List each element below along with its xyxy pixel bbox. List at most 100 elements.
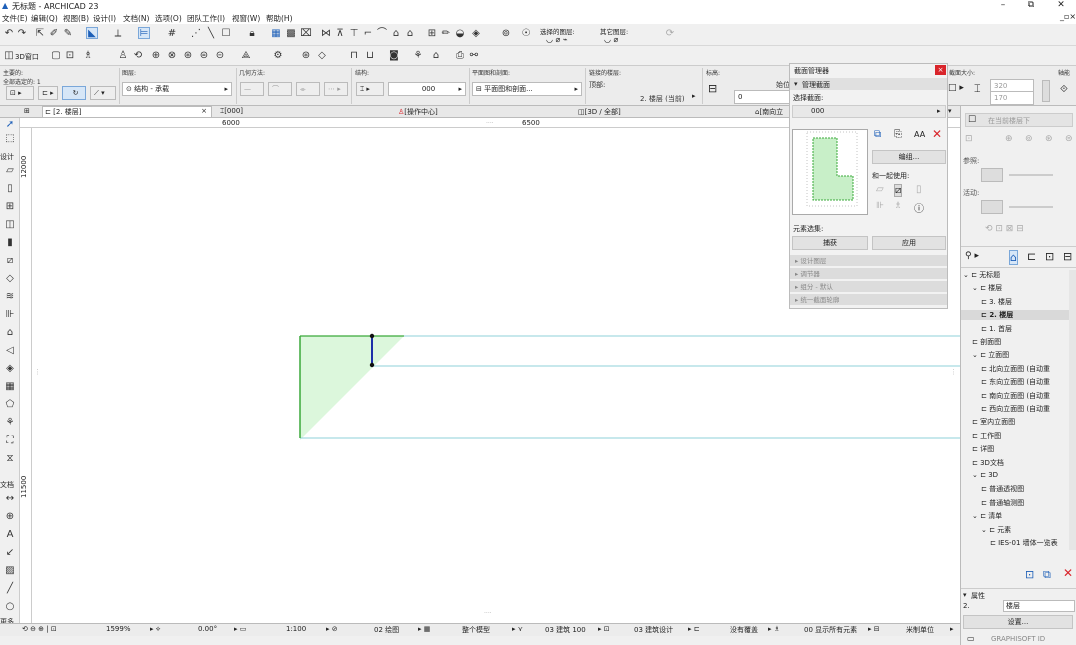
pencil-icon[interactable]: ✏ bbox=[440, 28, 452, 40]
roof-icon[interactable]: ⌂ bbox=[390, 28, 402, 40]
tree-item[interactable]: ⌄ ⊏ 元素 bbox=[961, 525, 1069, 535]
properties-header[interactable]: ▾ 属性 bbox=[961, 588, 1076, 600]
other-layer-icons[interactable]: ◡ ⌀ bbox=[604, 35, 618, 44]
nav-icon-b[interactable]: ⊕ bbox=[1005, 134, 1013, 144]
tree-item[interactable]: ⌄ ⊏ 清单 bbox=[961, 511, 1069, 521]
render-icon[interactable]: ♗ bbox=[82, 50, 94, 62]
layout-book-icon[interactable]: ⊡ bbox=[1045, 250, 1054, 263]
menu-options[interactable]: 选项(O) bbox=[155, 13, 182, 24]
level-dim-tool-icon[interactable]: ⊕ bbox=[3, 510, 17, 524]
tree-item[interactable]: ⌄ ⊏ 立面图 bbox=[961, 350, 1069, 360]
tree-item[interactable]: ⊏ 室内立面图 bbox=[961, 417, 1069, 427]
elevation-input[interactable]: 0 bbox=[734, 90, 790, 104]
publisher-icon[interactable]: ⊟ bbox=[1063, 250, 1072, 263]
intersect-icon[interactable]: ⌐ bbox=[362, 28, 374, 40]
sm-railing-icon[interactable]: ⊪ bbox=[876, 201, 884, 211]
camera-icon[interactable]: ◙ bbox=[388, 50, 400, 62]
section-node-bottom[interactable] bbox=[369, 362, 375, 368]
publish-icon[interactable]: ⎙ bbox=[454, 50, 466, 62]
label-tool-icon[interactable]: ↙ bbox=[3, 546, 17, 560]
redo-icon[interactable]: ↷ bbox=[16, 28, 28, 40]
skylight-tool-icon[interactable]: ◈ bbox=[3, 362, 17, 376]
pen-set-value[interactable]: 02 绘图 bbox=[374, 625, 399, 635]
show-arrow-icon[interactable]: ▸ ⊟ bbox=[868, 625, 880, 633]
menu-window[interactable]: 视窗(W) bbox=[232, 13, 260, 24]
tree-item[interactable]: ⊏ 北向立面图 (自动重 bbox=[961, 364, 1069, 374]
wall-tool-icon[interactable]: ▱ bbox=[3, 164, 17, 178]
grid-element-icon[interactable]: ⊞ bbox=[426, 28, 438, 40]
view-map-icon[interactable]: ⊏ bbox=[1027, 250, 1036, 263]
bottom-grip-icon[interactable]: ···· bbox=[484, 610, 492, 617]
sm-manage-header[interactable]: ▾ 管理截面 bbox=[790, 78, 947, 90]
orbit-icon[interactable]: ⟲ bbox=[132, 50, 144, 62]
figure-icon[interactable]: ♙ bbox=[117, 50, 129, 62]
override-arrow-icon[interactable]: ▸ ♗ bbox=[768, 625, 780, 633]
eraser-icon[interactable]: ◈ bbox=[470, 28, 482, 40]
sm-apply-button[interactable]: 应用 bbox=[872, 236, 946, 250]
tab-3d[interactable]: ◫[3D / 全部] bbox=[578, 107, 621, 117]
angle-arrow-icon[interactable]: ▸ ▭ bbox=[234, 625, 246, 633]
pick-icon[interactable]: ✐ bbox=[48, 28, 60, 40]
model-view-value[interactable]: 整个模型 bbox=[462, 625, 490, 635]
menu-file[interactable]: 文件(E) bbox=[2, 13, 28, 24]
sm-row-component[interactable]: ▸ 组分 - 默认 bbox=[790, 280, 947, 292]
menu-help[interactable]: 帮助(H) bbox=[266, 13, 293, 24]
refresh-icon[interactable]: ⟳ bbox=[664, 28, 676, 40]
adjust-icon[interactable]: ⊤ bbox=[348, 28, 360, 40]
roof-tool-icon[interactable]: ⌂ bbox=[3, 326, 17, 340]
sm-close-button[interactable]: × bbox=[935, 65, 946, 75]
mesh-tool-icon[interactable]: ⛶ bbox=[3, 434, 17, 448]
pen-icon[interactable]: ╲ bbox=[205, 28, 217, 40]
ref-slider[interactable] bbox=[1009, 174, 1053, 176]
tree-item[interactable]: ⊏ 剖面图 bbox=[961, 337, 1069, 347]
nav-icon-d[interactable]: ⊛ bbox=[1045, 134, 1053, 144]
object-tool-icon[interactable]: ◫ bbox=[3, 218, 17, 232]
props-settings-button[interactable]: 设置... bbox=[963, 615, 1073, 629]
slant-select[interactable]: ⟋ ▾ bbox=[90, 86, 116, 100]
tree-item[interactable]: ⊏ 普通轴测图 bbox=[961, 498, 1069, 508]
tab-overflow-icon[interactable]: ▾ bbox=[948, 107, 952, 115]
layer-select[interactable]: ⊙ 结构 - 承载 ▸ bbox=[122, 82, 232, 96]
tree-item[interactable]: ⊏ IES-01 墙体一览表 bbox=[961, 538, 1069, 548]
sm-row-unify-profile[interactable]: ▸ 统一截面轮廓 bbox=[790, 293, 947, 305]
props-floor-input[interactable]: 楼层 bbox=[1003, 600, 1075, 612]
window-restore-icon[interactable]: _▫× bbox=[1060, 12, 1076, 21]
guideline-icon[interactable]: ⟂ bbox=[112, 28, 124, 40]
tree-scrollbar[interactable] bbox=[1069, 270, 1076, 550]
slab-tool-icon[interactable]: ◇ bbox=[3, 272, 17, 286]
tree-item[interactable]: ⊏ 3D文档 bbox=[961, 458, 1069, 468]
tree-item[interactable]: ⊏ 工作图 bbox=[961, 431, 1069, 441]
sm-pick-button[interactable]: 捕获 bbox=[792, 236, 868, 250]
tree-item[interactable]: ⌄ ⊏ 无标题 bbox=[961, 270, 1069, 280]
tab-action-center[interactable]: ♙[操作中心] bbox=[398, 107, 438, 117]
sm-rename-label[interactable]: AA bbox=[914, 130, 925, 139]
left-scroll-handle[interactable]: ⋮ bbox=[34, 368, 41, 376]
dimension-tool-icon[interactable]: ↔ bbox=[3, 492, 17, 506]
arrow-tool-icon[interactable]: ➚ bbox=[3, 118, 17, 132]
tree-settings-icon[interactable]: ⧉ bbox=[1043, 568, 1051, 582]
terrain-tool-icon[interactable]: ⧖ bbox=[3, 452, 17, 466]
text-tool-icon[interactable]: A bbox=[3, 528, 17, 542]
sm-beam-icon[interactable]: ⧄ bbox=[894, 184, 903, 197]
inject-icon[interactable]: ✎ bbox=[62, 28, 74, 40]
size-height-input[interactable]: 170 bbox=[990, 91, 1034, 105]
selected-layer-icons[interactable]: ◡ ⌀ ⌁ bbox=[546, 35, 568, 44]
arrow-tool-icon[interactable]: ⇱ bbox=[34, 28, 46, 40]
scale-arrow-icon[interactable]: ▸ ⊘ bbox=[326, 625, 338, 633]
zone-icon[interactable]: ⌂ bbox=[430, 50, 442, 62]
house-icon[interactable]: ⌂ bbox=[404, 28, 416, 40]
layer-visibility-icon[interactable]: ☉ bbox=[520, 28, 532, 40]
gear-icon[interactable]: ⚙ bbox=[272, 50, 284, 62]
zone-tool-icon[interactable]: ⚘ bbox=[3, 416, 17, 430]
railing-tool-icon[interactable]: ⊪ bbox=[3, 308, 17, 322]
curtain-wall-tool-icon[interactable]: ▦ bbox=[3, 380, 17, 394]
graphisoft-id-label[interactable]: GRAPHISOFT ID bbox=[991, 635, 1045, 643]
fill-tool-icon[interactable]: ▨ bbox=[3, 564, 17, 578]
tree-action-icon[interactable]: ⊡ bbox=[1025, 568, 1034, 581]
undo-icon[interactable]: ↶ bbox=[3, 28, 15, 40]
tree-item[interactable]: ⊏ 普通透视图 bbox=[961, 484, 1069, 494]
measure-icon[interactable]: ⊗ bbox=[166, 50, 178, 62]
fillet-icon[interactable]: ⌒ bbox=[376, 28, 388, 40]
sm-duplicate-icon[interactable]: ⎘ bbox=[894, 129, 902, 140]
shape-icon[interactable]: ◒ bbox=[454, 28, 466, 40]
